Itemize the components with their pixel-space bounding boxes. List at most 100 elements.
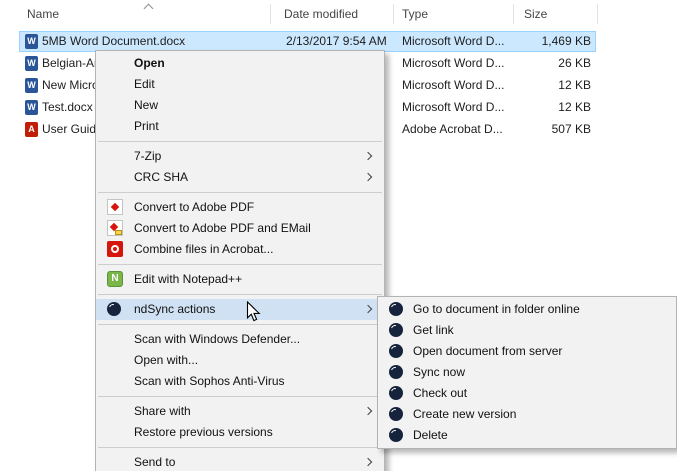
mouse-cursor	[246, 301, 261, 322]
file-date: 2/13/2017 9:54 AM	[286, 34, 387, 48]
submenu-item-label: Sync now	[413, 365, 466, 379]
menu-separator	[96, 392, 384, 401]
ndsync-icon	[389, 407, 403, 421]
file-size: 12 KB	[558, 78, 591, 92]
submenu-item-get-link[interactable]: Get link	[378, 320, 676, 341]
file-type: Microsoft Word D...	[402, 34, 505, 48]
word-document-icon	[25, 100, 38, 115]
menu-item-label: Combine files in Acrobat...	[134, 242, 274, 256]
submenu-item-go-to-document-in-folder-online[interactable]: Go to document in folder online	[378, 299, 676, 320]
column-header-name[interactable]: Name	[27, 7, 59, 21]
menu-separator	[96, 188, 384, 197]
ndsync-icon	[389, 428, 403, 442]
menu-item-label: Restore previous versions	[134, 425, 273, 439]
file-size: 26 KB	[558, 56, 591, 70]
file-type: Microsoft Word D...	[402, 56, 505, 70]
menu-item-scan-with-windows-defender[interactable]: Scan with Windows Defender...	[96, 329, 384, 350]
menu-separator	[96, 320, 384, 329]
pdf-document-icon	[25, 122, 38, 137]
menu-item-label: New	[134, 98, 159, 112]
submenu-item-delete[interactable]: Delete	[378, 425, 676, 446]
submenu-item-label: Get link	[413, 323, 454, 337]
menu-item-label: Share with	[134, 404, 191, 418]
word-document-icon	[25, 34, 38, 49]
menu-item-ndsync-actions[interactable]: ndSync actions	[96, 299, 384, 320]
column-divider[interactable]	[513, 4, 514, 24]
menu-item-send-to[interactable]: Send to	[96, 452, 384, 471]
submenu-arrow-icon	[363, 406, 373, 416]
menu-item-crc-sha[interactable]: CRC SHA	[96, 167, 384, 188]
menu-separator	[96, 443, 384, 452]
adobe-pdf-icon	[107, 199, 123, 215]
submenu-arrow-icon	[363, 172, 373, 182]
submenu-item-label: Create new version	[413, 407, 517, 421]
column-divider[interactable]	[597, 4, 598, 24]
notepad-plus-plus-icon	[107, 271, 123, 287]
column-header-date-modified[interactable]: Date modified	[284, 7, 358, 21]
submenu-item-label: Check out	[413, 386, 468, 400]
file-name: User Guide	[42, 122, 103, 136]
menu-item-label: Open	[134, 56, 165, 70]
menu-item-print[interactable]: Print	[96, 116, 384, 137]
menu-separator	[96, 290, 384, 299]
menu-item-share-with[interactable]: Share with	[96, 401, 384, 422]
sort-ascending-icon	[143, 3, 154, 14]
ndsync-icon	[389, 365, 403, 379]
menu-item-7zip[interactable]: 7-Zip	[96, 146, 384, 167]
submenu-item-label: Open document from server	[413, 344, 563, 358]
column-header-type[interactable]: Type	[402, 7, 428, 21]
submenu-item-label: Go to document in folder online	[413, 302, 580, 316]
menu-item-label: Send to	[134, 455, 176, 469]
column-divider[interactable]	[270, 4, 271, 24]
word-document-icon	[25, 56, 38, 71]
file-name: 5MB Word Document.docx	[42, 34, 186, 48]
menu-item-open[interactable]: Open	[96, 53, 384, 74]
submenu-item-check-out[interactable]: Check out	[378, 383, 676, 404]
file-size: 12 KB	[558, 100, 591, 114]
word-document-icon	[25, 78, 38, 93]
menu-item-label: Edit	[134, 77, 155, 91]
file-name: New Micro	[42, 78, 99, 92]
menu-item-edit-with-notepad-plus-plus[interactable]: Edit with Notepad++	[96, 269, 384, 290]
menu-item-label: Scan with Sophos Anti-Virus	[134, 374, 285, 388]
menu-item-label: Scan with Windows Defender...	[134, 332, 301, 346]
submenu-item-open-document-from-server[interactable]: Open document from server	[378, 341, 676, 362]
menu-item-label: Print	[134, 119, 159, 133]
file-name: Test.docx	[42, 100, 93, 114]
menu-item-new[interactable]: New	[96, 95, 384, 116]
file-type: Microsoft Word D...	[402, 78, 505, 92]
menu-item-label: Edit with Notepad++	[134, 272, 243, 286]
adobe-pdf-mail-icon	[107, 220, 123, 236]
menu-item-convert-to-adobe-pdf[interactable]: Convert to Adobe PDF	[96, 197, 384, 218]
file-row-5mb-word-document[interactable]: 5MB Word Document.docx 2/13/2017 9:54 AM…	[0, 31, 677, 52]
menu-item-label: 7-Zip	[134, 149, 162, 163]
menu-item-open-with[interactable]: Open with...	[96, 350, 384, 371]
menu-item-label: CRC SHA	[134, 170, 189, 184]
file-explorer-window: Name Date modified Type Size 5MB Word Do…	[0, 0, 677, 471]
menu-item-restore-previous-versions[interactable]: Restore previous versions	[96, 422, 384, 443]
submenu-item-label: Delete	[413, 428, 448, 442]
ndsync-submenu: Go to document in folder online Get link…	[377, 296, 677, 449]
menu-item-convert-to-adobe-pdf-and-email[interactable]: Convert to Adobe PDF and EMail	[96, 218, 384, 239]
submenu-arrow-icon	[363, 151, 373, 161]
file-size: 507 KB	[551, 122, 591, 136]
ndsync-icon	[389, 386, 403, 400]
menu-item-edit[interactable]: Edit	[96, 74, 384, 95]
submenu-item-sync-now[interactable]: Sync now	[378, 362, 676, 383]
file-type: Adobe Acrobat D...	[402, 122, 503, 136]
menu-item-label: Open with...	[134, 353, 199, 367]
submenu-item-create-new-version[interactable]: Create new version	[378, 404, 676, 425]
menu-separator	[96, 137, 384, 146]
submenu-arrow-icon	[363, 304, 373, 314]
menu-item-label: ndSync actions	[134, 302, 216, 316]
file-type: Microsoft Word D...	[402, 100, 505, 114]
menu-item-scan-with-sophos-anti-virus[interactable]: Scan with Sophos Anti-Virus	[96, 371, 384, 392]
menu-item-combine-files-in-acrobat[interactable]: Combine files in Acrobat...	[96, 239, 384, 260]
ndsync-icon	[107, 302, 121, 316]
menu-separator	[96, 260, 384, 269]
submenu-arrow-icon	[363, 457, 373, 467]
column-header-size[interactable]: Size	[524, 7, 547, 21]
context-menu: Open Edit New Print 7-Zip CRC SHA Conver…	[95, 50, 385, 471]
ndsync-icon	[389, 302, 403, 316]
column-divider[interactable]	[393, 4, 394, 24]
